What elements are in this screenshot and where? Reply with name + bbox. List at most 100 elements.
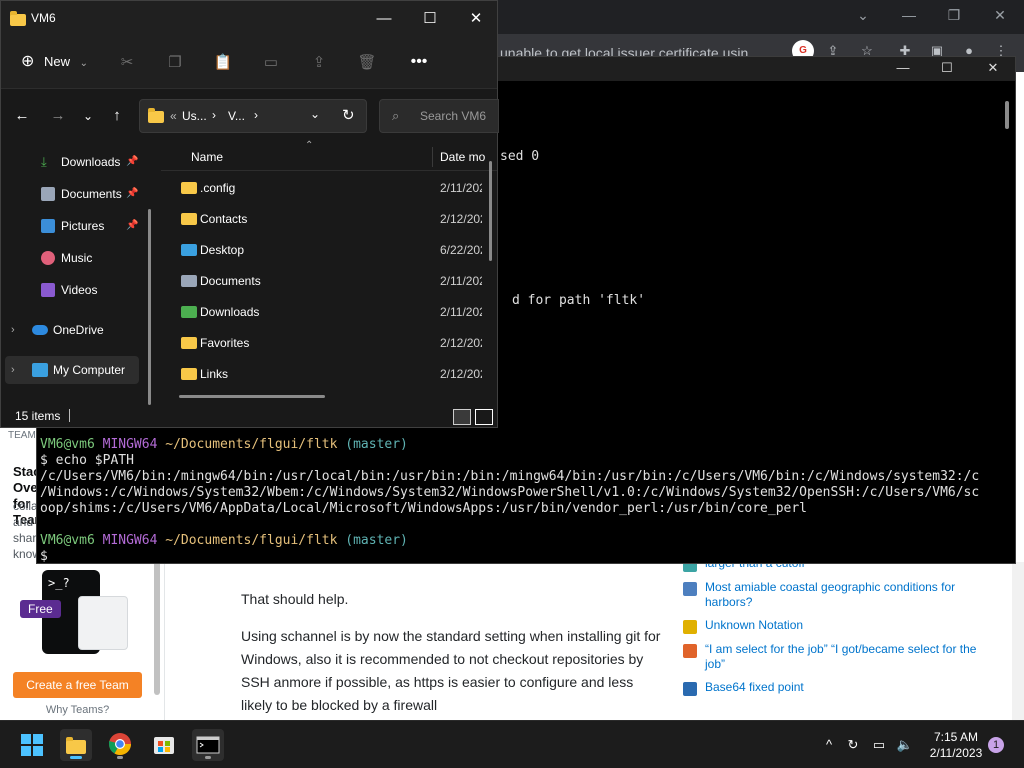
file-row[interactable]: Contacts 2/12/2023	[161, 204, 485, 234]
nav-item-label: My Computer	[53, 363, 126, 377]
expand-chevron-icon[interactable]: ›	[11, 316, 15, 344]
document-icon	[41, 187, 55, 201]
picture-icon	[41, 219, 55, 233]
volume-icon[interactable]: 🔈	[896, 736, 914, 754]
taskbar-terminal[interactable]	[192, 729, 224, 761]
prompt-env: MINGW64	[102, 437, 158, 452]
folder-icon	[181, 368, 197, 380]
nav-item-label: Documents	[61, 187, 122, 201]
file-row[interactable]: Desktop 6/22/2023	[161, 235, 485, 265]
related-question[interactable]: “I am select for the job” “I got/became …	[683, 642, 983, 672]
file-row[interactable]: Favorites 2/12/2023	[161, 328, 485, 358]
clock[interactable]: 7:15 AM 2/11/2023	[922, 729, 990, 761]
related-question[interactable]: Unknown Notation	[683, 618, 983, 634]
folder-icon	[10, 11, 26, 26]
file-row[interactable]: Links 2/12/2023	[161, 359, 485, 389]
more-options-button[interactable]: •••	[407, 51, 431, 75]
delete-icon[interactable]: 🗑	[355, 51, 379, 75]
file-list-scrollbar[interactable]	[489, 161, 492, 261]
terminal-cursor-line[interactable]: $	[40, 549, 48, 563]
store-icon	[154, 737, 174, 754]
refresh-icon[interactable]: ↻	[342, 106, 355, 124]
nav-item-downloads[interactable]: ⤓ Downloads 📌	[1, 148, 151, 176]
nav-item-label: Videos	[61, 283, 98, 297]
expand-chevron-icon[interactable]: ›	[11, 356, 15, 384]
paste-icon[interactable]: 📋	[211, 51, 235, 75]
column-name-header[interactable]: Name	[191, 150, 223, 164]
start-button[interactable]	[16, 729, 48, 761]
tiles-view-icon[interactable]	[475, 409, 493, 425]
breadcrumb-item[interactable]: Us...	[182, 109, 207, 123]
chrome-close-button[interactable]: ✕	[986, 4, 1014, 26]
maximize-button[interactable]: ☐	[407, 1, 453, 37]
notification-badge[interactable]: 1	[988, 737, 1004, 753]
new-label: New	[44, 54, 71, 69]
navigation-pane-scrollbar[interactable]	[148, 209, 151, 405]
column-divider[interactable]	[432, 147, 433, 167]
tab-search-icon[interactable]: ⌄	[849, 4, 877, 26]
running-indicator	[70, 756, 82, 759]
column-date-header[interactable]: Date mo	[440, 150, 492, 164]
related-question[interactable]: Base64 fixed point	[683, 680, 983, 696]
nav-item-documents[interactable]: Documents 📌	[1, 180, 151, 208]
related-question-link[interactable]: Base64 fixed point	[705, 680, 804, 695]
sort-ascending-icon: ⌃	[305, 140, 314, 151]
related-questions: larger than a cutoffMost amiable coastal…	[683, 556, 983, 704]
related-question[interactable]: Most amiable coastal geographic conditio…	[683, 580, 983, 610]
rename-icon[interactable]: ▭	[259, 51, 283, 75]
file-row[interactable]: Documents 2/11/2023	[161, 266, 485, 296]
share-icon[interactable]: ⇪	[307, 51, 331, 75]
file-explorer-window[interactable]: VM6 — ☐ ✕ ⊕ New ⌄ ✂ ❐ 📋 ▭ ⇪ 🗑 ••• ← → ⌄ …	[0, 0, 499, 428]
forward-arrow-icon[interactable]: →	[47, 105, 69, 127]
page-scrollbar[interactable]	[1012, 562, 1024, 720]
minimize-button[interactable]: —	[361, 1, 407, 37]
file-name: Documents	[200, 274, 261, 288]
pin-icon: 📌	[126, 188, 139, 199]
nav-item-pictures[interactable]: Pictures 📌	[1, 212, 151, 240]
back-arrow-icon[interactable]: ←	[11, 105, 33, 127]
clock-date: 2/11/2023	[929, 746, 983, 760]
nav-item-music[interactable]: Music	[1, 244, 151, 272]
terminal-maximize-button[interactable]: ☐	[925, 57, 969, 81]
free-badge: Free	[20, 600, 61, 618]
chrome-minimize-button[interactable]: —	[895, 4, 923, 26]
taskbar-chrome[interactable]	[104, 729, 136, 761]
terminal-close-button[interactable]: ✕	[971, 57, 1015, 81]
show-hidden-icons-icon[interactable]: ^	[820, 736, 838, 754]
teams-illustration: >_? Free	[18, 568, 138, 658]
nav-item-label: OneDrive	[53, 323, 104, 337]
terminal-scrollbar[interactable]	[1005, 101, 1009, 129]
folder-icon	[181, 213, 197, 225]
related-question-link[interactable]: “I am select for the job” “I got/became …	[705, 642, 983, 672]
network-icon[interactable]: ▭	[870, 736, 888, 754]
breadcrumb-overflow[interactable]: «	[170, 109, 177, 123]
nav-item-my-computer[interactable]: › My Computer	[5, 356, 139, 384]
sync-icon[interactable]: ↻	[844, 736, 862, 754]
file-list-hscrollbar[interactable]	[179, 395, 325, 398]
taskbar-file-explorer[interactable]	[60, 729, 92, 761]
why-teams-link[interactable]: Why Teams?	[13, 704, 142, 716]
create-team-button[interactable]: Create a free Team	[13, 672, 142, 698]
file-name: Favorites	[200, 336, 250, 350]
nav-item-videos[interactable]: Videos	[1, 276, 151, 304]
address-bar[interactable]: « Us... › V... › ⌄ ↻	[139, 99, 367, 133]
address-dropdown-icon[interactable]: ⌄	[310, 107, 320, 121]
recent-locations-icon[interactable]: ⌄	[77, 105, 99, 127]
taskbar-store[interactable]	[148, 729, 180, 761]
chrome-restore-button[interactable]: ❐	[940, 4, 968, 26]
related-question-link[interactable]: Unknown Notation	[705, 618, 803, 633]
up-arrow-icon[interactable]: ↑	[106, 105, 128, 127]
details-view-icon[interactable]	[453, 409, 471, 425]
close-button[interactable]: ✕	[453, 1, 499, 37]
new-button[interactable]: ⊕ New ⌄	[21, 51, 88, 71]
search-input[interactable]: ⌕ Search VM6	[379, 99, 499, 133]
file-row[interactable]: Downloads 2/11/2023	[161, 297, 485, 327]
file-row[interactable]: .config 2/11/2023	[161, 173, 485, 203]
breadcrumb-item[interactable]: V...	[228, 109, 245, 123]
terminal-minimize-button[interactable]: —	[881, 57, 925, 81]
copy-icon[interactable]: ❐	[163, 51, 187, 75]
cut-icon[interactable]: ✂	[115, 51, 139, 75]
nav-item-onedrive[interactable]: › OneDrive	[1, 316, 151, 344]
related-question-link[interactable]: Most amiable coastal geographic conditio…	[705, 580, 983, 610]
terminal-line: sed 0	[500, 149, 540, 164]
